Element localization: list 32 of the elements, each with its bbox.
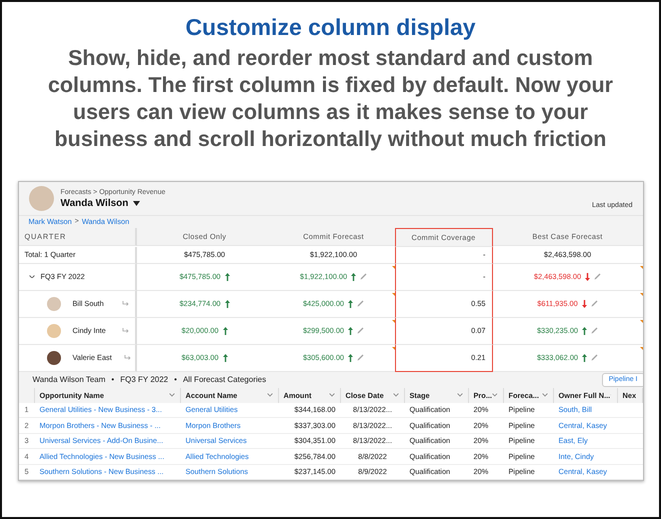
share-arrow-icon[interactable]	[122, 300, 128, 306]
pencil-icon[interactable]	[594, 273, 602, 280]
share-arrow-icon[interactable]	[124, 354, 131, 360]
dropdown-caret-icon[interactable]	[133, 200, 140, 206]
pencil-icon[interactable]	[591, 327, 598, 334]
chevron-down-icon[interactable]	[456, 393, 462, 397]
avatar	[46, 350, 60, 364]
filter-separator: •	[111, 375, 114, 384]
chevron-down-icon[interactable]	[542, 393, 548, 397]
share-arrow-icon[interactable]	[122, 328, 128, 334]
user-name: Wanda Wilson	[60, 198, 128, 209]
pencil-icon[interactable]	[357, 327, 364, 334]
filter-separator: •	[174, 375, 177, 384]
chevron-down-icon[interactable]	[168, 393, 174, 397]
pencil-icon[interactable]	[591, 354, 598, 361]
avatar	[46, 296, 60, 310]
chevron-down-icon[interactable]	[28, 274, 34, 278]
pencil-icon[interactable]	[357, 354, 364, 361]
filter-label: Wanda Wilson Team	[32, 375, 106, 384]
filter-label: FQ3 FY 2022	[120, 375, 168, 384]
chevron-down-icon[interactable]	[328, 393, 334, 397]
chevron-down-icon[interactable]	[392, 393, 398, 397]
slide-title: Customize column display	[185, 14, 476, 41]
pencil-icon[interactable]	[360, 273, 368, 280]
slide-description: Show, hide, and reorder most standard and custom columns. The first column is fixed by default. Now your users can view columns as it makes sense to your business and scroll horizontally without much friction	[46, 45, 614, 153]
avatar	[46, 324, 60, 338]
avatar	[28, 186, 54, 212]
pencil-icon[interactable]	[357, 300, 364, 307]
pencil-icon[interactable]	[590, 300, 598, 307]
chevron-down-icon[interactable]	[492, 393, 498, 397]
filter-label: All Forecast Categories	[182, 375, 266, 384]
chevron-down-icon[interactable]	[266, 393, 272, 397]
